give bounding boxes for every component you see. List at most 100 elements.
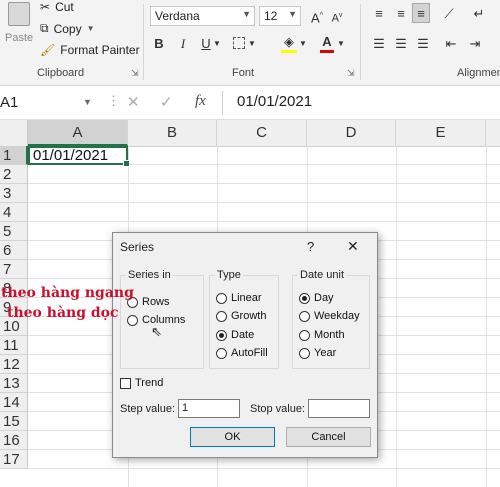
date-option[interactable]: Date [216,329,254,341]
day-option[interactable]: Day [299,292,334,304]
growth-radio[interactable] [216,310,227,322]
autofill-radio[interactable] [216,347,227,359]
cut-button[interactable]: ✂ Cut [40,0,74,14]
chevron-down-icon: ▼ [86,24,95,33]
wrap-text-icon[interactable]: ↵ [470,4,488,24]
grid-line [396,146,397,487]
align-left-icon[interactable]: ☰ [370,34,388,54]
row-header[interactable]: 11 [0,336,28,355]
increase-font-icon[interactable]: A^ [308,6,326,26]
cell-a1[interactable]: 01/01/2021 [28,146,130,167]
group-separator [143,4,144,80]
insert-function-icon[interactable]: fx [195,93,206,110]
column-header-c[interactable]: C [217,120,307,146]
font-group-label: Font [232,67,255,79]
copy-label: Copy [53,21,82,36]
stop-value-input[interactable] [308,399,370,418]
formula-bar: A1 ▼ ⋮ ✕ ✓ fx 01/01/2021 [0,87,500,120]
month-option[interactable]: Month [299,329,345,341]
align-top-icon[interactable]: ≡ [370,4,388,24]
paste-icon [8,2,30,26]
cancel-icon[interactable]: ✕ [127,93,140,111]
columns-radio[interactable] [127,314,138,326]
enter-icon[interactable]: ✓ [160,93,173,111]
linear-option[interactable]: Linear [216,292,262,304]
dialog-launcher-icon[interactable]: ⇲ [347,68,355,79]
align-right-icon[interactable]: ☰ [414,34,432,54]
cancel-button[interactable]: Cancel [286,427,371,447]
font-name-combo[interactable]: Verdana ▼ [150,6,255,26]
row-header[interactable]: 12 [0,355,28,374]
column-header-b[interactable]: B [128,120,217,146]
step-value-label: Step value: [120,403,176,415]
month-label: Month [314,329,345,341]
align-bottom-icon[interactable]: ≡ [412,3,430,23]
growth-option[interactable]: Growth [216,310,266,322]
row-header[interactable]: 4 [0,203,28,222]
column-header-a[interactable]: A [28,120,128,146]
borders-icon[interactable] [230,34,248,54]
chevron-down-icon[interactable]: ▼ [212,34,222,54]
chevron-down-icon[interactable]: ▼ [83,97,92,107]
align-middle-icon[interactable]: ≡ [392,4,410,24]
fill-color-icon[interactable]: ◈ [280,32,298,53]
grid-line [28,183,500,184]
paste-button[interactable]: Paste [2,0,34,60]
chevron-down-icon[interactable]: ▼ [336,34,346,54]
row-header[interactable]: 14 [0,393,28,412]
weekday-option[interactable]: Weekday [299,310,360,322]
select-all-corner[interactable] [0,120,28,146]
row-header[interactable]: 17 [0,450,28,469]
decrease-font-icon[interactable]: Av [328,6,346,26]
dialog-title: Series [120,240,155,254]
year-radio[interactable] [299,347,310,359]
month-radio[interactable] [299,329,310,341]
close-icon[interactable]: ✕ [347,238,359,255]
date-radio[interactable] [216,329,227,341]
step-value-input[interactable]: 1 [178,399,240,418]
dialog-launcher-icon[interactable]: ⇲ [131,68,139,79]
row-header[interactable]: 16 [0,431,28,450]
format-painter-label: Format Painter [60,43,140,57]
fill-handle[interactable] [123,160,130,167]
row-header[interactable]: 6 [0,241,28,260]
grid-line [486,146,487,487]
weekday-radio[interactable] [299,310,310,322]
font-size-combo[interactable]: 12 ▼ [259,6,301,26]
group-separator [360,4,361,80]
day-radio[interactable] [299,292,310,304]
row-header[interactable]: 2 [0,165,28,184]
italic-button[interactable]: I [174,34,192,54]
scissors-icon: ✂ [40,0,51,14]
format-painter-button[interactable]: 🖌 Format Painter [40,43,140,57]
grid-line [28,202,500,203]
type-group: Type Linear Growth Date AutoFill [209,269,279,369]
row-header[interactable]: 15 [0,412,28,431]
cell-a1-value: 01/01/2021 [33,147,109,164]
orientation-icon[interactable]: ⟋ [440,4,458,24]
column-header-d[interactable]: D [307,120,396,146]
row-header[interactable]: 13 [0,374,28,393]
decrease-indent-icon[interactable]: ⇤ [442,34,460,54]
name-box[interactable]: A1 [0,91,80,115]
bold-button[interactable]: B [150,34,168,54]
autofill-option[interactable]: AutoFill [216,347,268,359]
row-header[interactable]: 7 [0,260,28,279]
copy-button[interactable]: ⧉ Copy ▼ [40,21,95,36]
row-header[interactable]: 5 [0,222,28,241]
trend-option[interactable]: Trend [120,377,163,389]
help-button[interactable]: ? [307,239,314,254]
chevron-down-icon[interactable]: ▼ [298,34,308,54]
row-header[interactable]: 3 [0,184,28,203]
ok-button[interactable]: OK [190,427,275,447]
formula-input[interactable]: 01/01/2021 [237,93,312,110]
year-option[interactable]: Year [299,347,336,359]
row-header[interactable]: 1 [0,146,28,165]
linear-radio[interactable] [216,292,227,304]
column-header-e[interactable]: E [396,120,486,146]
trend-checkbox[interactable] [120,377,131,389]
chevron-down-icon[interactable]: ▼ [247,34,257,54]
font-color-icon[interactable]: A [318,32,336,53]
align-center-icon[interactable]: ☰ [392,34,410,54]
increase-indent-icon[interactable]: ⇥ [466,34,484,54]
